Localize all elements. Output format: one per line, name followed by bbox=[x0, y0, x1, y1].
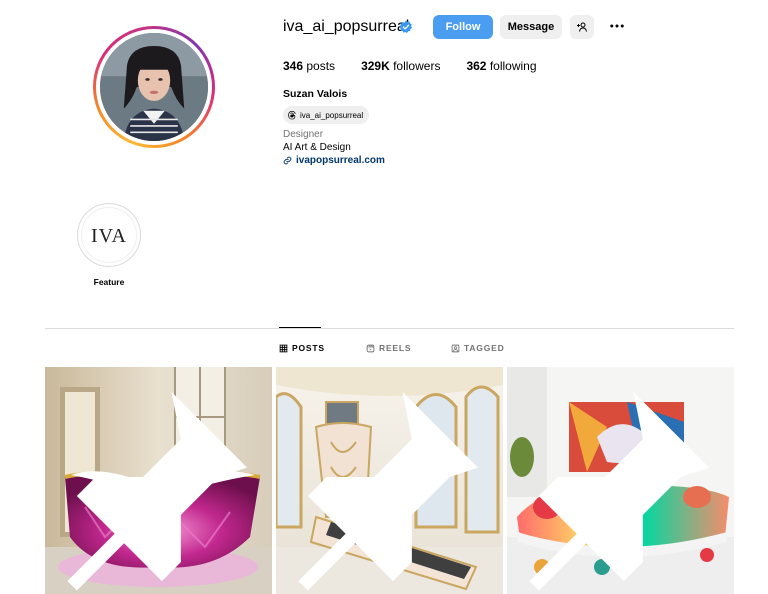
post-tile[interactable] bbox=[45, 367, 272, 594]
followers-label: followers bbox=[393, 59, 441, 73]
profile-avatar[interactable] bbox=[93, 26, 215, 148]
following-stat[interactable]: 362 following bbox=[466, 58, 536, 74]
tab-posts[interactable]: POSTS bbox=[279, 343, 325, 353]
story-highlight-feature[interactable]: IVA bbox=[77, 203, 141, 267]
active-tab-indicator bbox=[279, 327, 321, 328]
tab-reels-label: REELS bbox=[379, 343, 412, 353]
profile-link[interactable]: ivapopsurreal.com bbox=[283, 155, 385, 166]
posts-count: 346 bbox=[283, 59, 304, 73]
post-tile[interactable] bbox=[507, 367, 734, 594]
grid-icon bbox=[279, 344, 288, 352]
link-icon bbox=[283, 156, 292, 165]
profile-category: Designer bbox=[283, 129, 324, 140]
following-label: following bbox=[489, 59, 537, 73]
followers-stat[interactable]: 329K followers bbox=[361, 58, 440, 74]
add-user-button[interactable] bbox=[570, 15, 594, 39]
profile-link-text: ivapopsurreal.com bbox=[296, 155, 385, 166]
reels-icon bbox=[366, 344, 375, 352]
message-button[interactable]: Message bbox=[500, 15, 562, 39]
highlight-cover: IVA bbox=[81, 207, 137, 263]
posts-label: posts bbox=[306, 59, 336, 73]
iva-logo: IVA bbox=[91, 225, 127, 247]
post-tile[interactable] bbox=[276, 367, 503, 594]
tagged-icon bbox=[451, 344, 460, 352]
threads-handle: iva_ai_popsurreal bbox=[300, 110, 364, 120]
add-user-icon bbox=[577, 22, 587, 32]
more-options-button[interactable] bbox=[608, 17, 626, 35]
tabs-divider bbox=[45, 328, 734, 329]
pin-icon bbox=[298, 391, 479, 591]
followers-count: 329K bbox=[361, 59, 390, 73]
threads-icon bbox=[288, 111, 296, 120]
following-count: 362 bbox=[466, 59, 487, 73]
pin-icon bbox=[67, 391, 248, 591]
highlight-label: Feature bbox=[93, 277, 125, 287]
tab-tagged-label: TAGGED bbox=[464, 343, 505, 353]
posts-stat: 346 posts bbox=[283, 58, 335, 74]
profile-stats: 346 posts 329K followers 362 following bbox=[283, 58, 563, 74]
tab-reels[interactable]: REELS bbox=[366, 343, 411, 353]
follow-button[interactable]: Follow bbox=[433, 15, 493, 39]
tab-tagged[interactable]: TAGGED bbox=[451, 343, 505, 353]
avatar-photo bbox=[100, 33, 208, 141]
pin-icon bbox=[529, 391, 710, 591]
tab-posts-label: POSTS bbox=[292, 343, 325, 353]
threads-badge[interactable]: iva_ai_popsurreal bbox=[283, 106, 370, 124]
more-icon bbox=[610, 24, 624, 28]
profile-username: iva_ai_popsurreal bbox=[283, 18, 410, 35]
svg-text:IVA: IVA bbox=[91, 225, 127, 247]
verified-badge-icon bbox=[399, 20, 412, 33]
avatar-border bbox=[96, 29, 212, 145]
profile-full-name: Suzan Valois bbox=[283, 88, 348, 100]
profile-bio: AI Art & Design bbox=[283, 142, 351, 153]
